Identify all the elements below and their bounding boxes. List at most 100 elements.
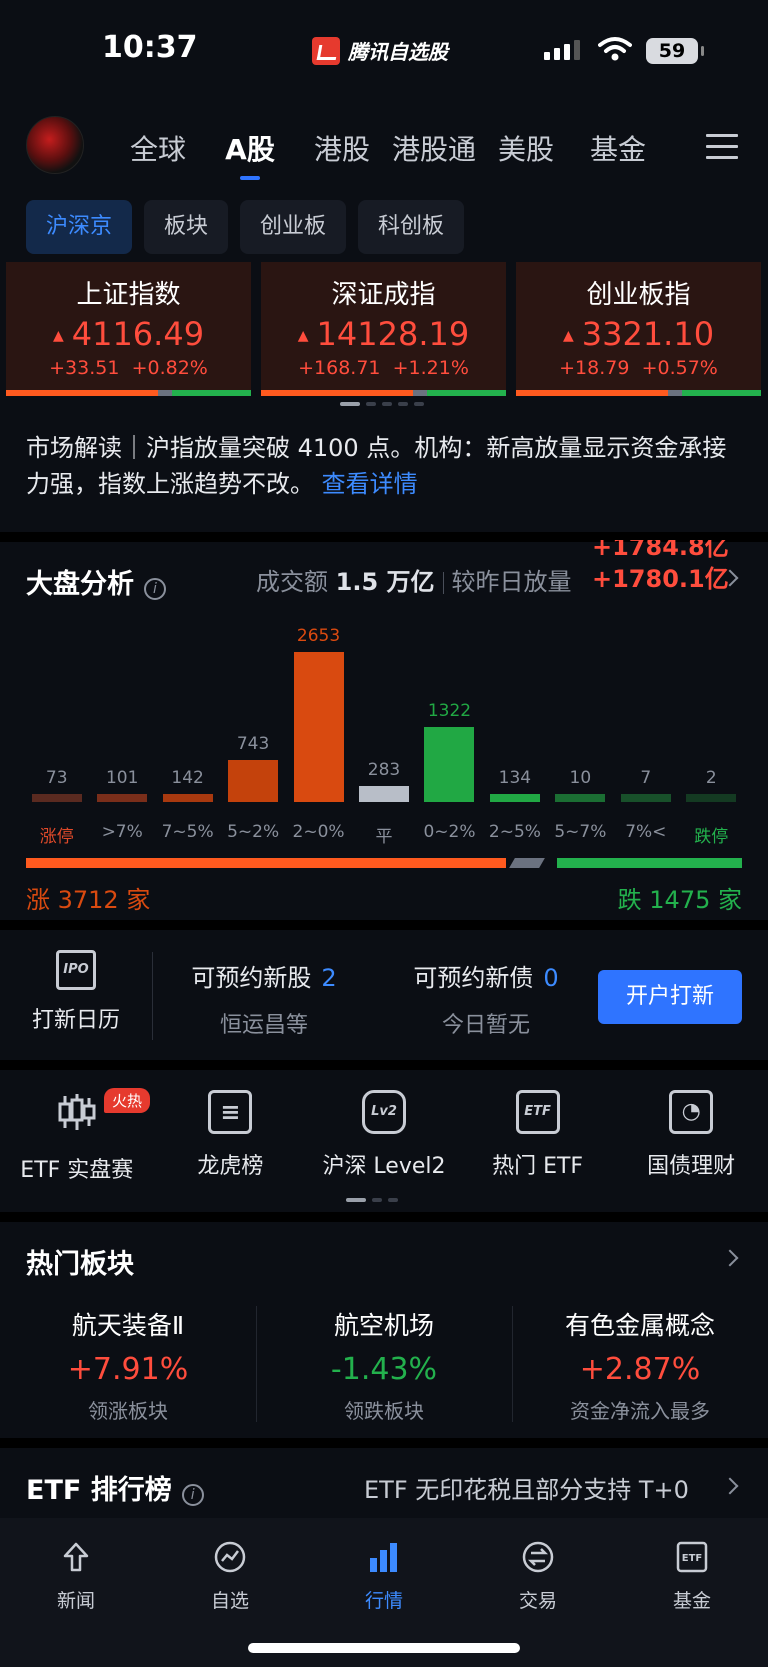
nav-label: 基金 <box>672 1590 711 1612</box>
up-arrow-icon: ▲ <box>562 328 574 344</box>
index-value: 4116.49 <box>71 315 205 353</box>
subtab-sectors[interactable]: 板块 <box>144 200 229 254</box>
sector-top-gainer[interactable]: 航天装备Ⅱ +7.91% 领涨板块 <box>0 1306 256 1424</box>
bond-icon: ◔ <box>669 1090 714 1134</box>
status-bar: 10:37 腾讯自选股 59 <box>0 0 768 100</box>
new-bonds[interactable]: 可预约新债 0 今日暂无 <box>386 958 586 1039</box>
user-avatar[interactable] <box>26 116 84 174</box>
index-card-chinext[interactable]: 创业板指 ▲ 3321.10 +18.79 +0.57% <box>516 262 761 396</box>
bar-9 <box>620 794 671 802</box>
index-change: +18.79 <box>559 357 630 379</box>
breadth-bar <box>261 390 506 396</box>
sector-pct: +7.91% <box>67 1352 189 1387</box>
bar-3 <box>228 759 279 802</box>
nav-market[interactable]: 行情 <box>334 1540 434 1613</box>
bar-5 <box>359 785 409 802</box>
nav-label: 自选 <box>210 1590 249 1612</box>
bar-value-label: 1322 <box>427 701 472 722</box>
index-value: 14128.19 <box>316 315 470 353</box>
tab-hk[interactable]: 港股 <box>296 128 388 168</box>
sector-desc: 领涨板块 <box>88 1399 168 1423</box>
tab-hk-connect[interactable]: 港股通 <box>388 128 480 168</box>
ipo-calendar[interactable]: IPO 打新日历 <box>26 950 126 1034</box>
info-icon[interactable]: i <box>181 1483 204 1506</box>
shortcut-dragon-tiger[interactable]: ≡ 龙虎榜 <box>154 1090 308 1184</box>
subtab-sh-sz-bj[interactable]: 沪深京 <box>26 200 133 254</box>
shortcut-label: 国债理财 <box>647 1154 736 1179</box>
bar-value-label: 101 <box>105 768 139 788</box>
turnover-value: 1.5 万亿 <box>335 568 435 596</box>
market-icon <box>370 1543 397 1572</box>
market-interpretation[interactable]: 市场解读｜沪指放量突破 4100 点。机构：新高放量显示资金承接力强，指数上涨趋… <box>26 430 746 502</box>
app-name: 腾讯自选股 <box>348 40 448 64</box>
index-pct: +1.21% <box>392 357 469 379</box>
cellular-signal-icon <box>544 40 580 60</box>
chevron-right-icon[interactable] <box>721 1477 739 1495</box>
view-details-link[interactable]: 查看详情 <box>322 470 418 498</box>
index-pct: +0.82% <box>131 357 208 379</box>
category-label: 0~2% <box>423 822 476 842</box>
nav-trade[interactable]: 交易 <box>488 1540 588 1613</box>
tab-global[interactable]: 全球 <box>112 128 204 168</box>
trade-icon <box>522 1541 554 1573</box>
index-name: 深证成指 <box>331 280 436 310</box>
category-label: 2~0% <box>292 822 345 842</box>
nav-watchlist[interactable]: 自选 <box>180 1540 280 1613</box>
chevron-right-icon[interactable] <box>721 1249 739 1267</box>
svg-text:ETF: ETF <box>682 1553 702 1564</box>
card-pager <box>340 402 424 406</box>
bar-value-label: 2653 <box>296 626 341 646</box>
open-account-ipo-button[interactable]: 开户打新 <box>598 970 742 1024</box>
subtab-chinext[interactable]: 创业板 <box>240 200 347 254</box>
ipo-calendar-label: 打新日历 <box>31 1008 120 1033</box>
new-stocks[interactable]: 可预约新股 2 恒运昌等 <box>164 958 364 1039</box>
shortcut-hot-etf[interactable]: ETF 热门 ETF <box>461 1090 615 1184</box>
bar-value-label: 134 <box>498 768 532 788</box>
volume-change-prev: +1784.8亿 <box>592 540 729 561</box>
category-label: 5~7% <box>554 822 607 842</box>
shortcut-treasury[interactable]: ◔ 国债理财 <box>614 1090 768 1184</box>
shortcut-level2[interactable]: Lv2 沪深 Level2 <box>307 1090 461 1184</box>
new-bonds-count: 0 <box>543 964 559 992</box>
etf-rank-title: ETF 排行榜 <box>26 1475 172 1506</box>
index-card-shenzhen[interactable]: 深证成指 ▲ 14128.19 +168.71 +1.21% <box>261 262 506 396</box>
list-doc-icon: ≡ <box>208 1090 253 1134</box>
bar-6 <box>424 727 475 802</box>
shortcut-etf-contest[interactable]: 火热 ETF 实盘赛 <box>0 1088 154 1184</box>
news-icon <box>63 1542 89 1572</box>
tab-fund[interactable]: 基金 <box>572 128 664 168</box>
bar-value-label: 7 <box>640 768 652 788</box>
index-card-shanghai[interactable]: 上证指数 ▲ 4116.49 +33.51 +0.82% <box>6 262 251 396</box>
market-analysis-header[interactable]: 大盘分析 i <box>26 562 166 601</box>
candlestick-icon <box>58 1094 96 1130</box>
tab-us[interactable]: 美股 <box>480 128 572 168</box>
menu-icon[interactable] <box>706 134 738 160</box>
category-label: 涨停 <box>39 827 74 847</box>
sector-top-loser[interactable]: 航空机场 -1.43% 领跌板块 <box>256 1306 512 1424</box>
up-arrow-icon: ▲ <box>297 328 309 344</box>
turnover-summary: 成交额 1.5 万亿 较昨日放量 <box>256 562 572 597</box>
hot-sectors-title[interactable]: 热门板块 <box>26 1242 134 1281</box>
sub-tabs: 沪深京 板块 创业板 科创板 <box>26 200 465 254</box>
market-tabs: 全球 A股 港股 港股通 美股 基金 <box>112 128 664 180</box>
nav-fund[interactable]: ETF 基金 <box>642 1540 742 1613</box>
tab-a-share[interactable]: A股 <box>204 128 296 180</box>
nav-label: 交易 <box>518 1590 557 1612</box>
sector-name: 航空机场 <box>333 1311 434 1340</box>
category-label: 7%< <box>625 822 667 842</box>
divider <box>0 1060 768 1070</box>
nav-news[interactable]: 新闻 <box>26 1540 126 1613</box>
home-indicator[interactable] <box>248 1643 520 1653</box>
divider <box>0 1438 768 1448</box>
rise-segment <box>26 858 506 868</box>
category-label: >7% <box>101 822 143 842</box>
etf-rank-header[interactable]: ETF 排行榜 i <box>26 1468 204 1507</box>
index-name: 上证指数 <box>76 280 181 310</box>
etf-rank-note[interactable]: ETF 无印花税且部分支持 T+0 <box>364 1470 689 1505</box>
info-icon[interactable]: i <box>144 577 166 600</box>
subtab-star[interactable]: 科创板 <box>358 200 465 254</box>
volume-change: +1784.8亿 +1780.1亿 <box>592 540 729 596</box>
sector-top-inflow[interactable]: 有色金属概念 +2.87% 资金净流入最多 <box>512 1306 768 1424</box>
bar-8 <box>555 794 606 802</box>
new-bonds-sub: 今日暂无 <box>441 1013 530 1038</box>
